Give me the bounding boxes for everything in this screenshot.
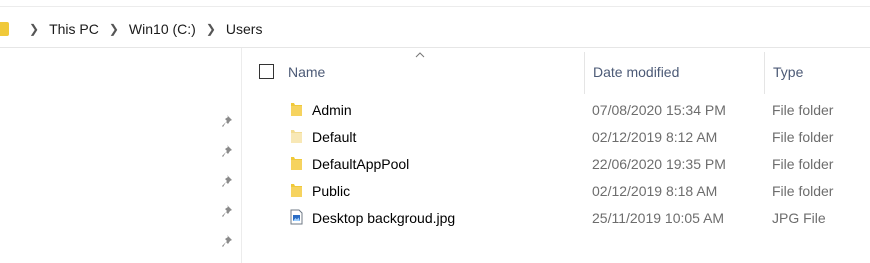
file-row-admin[interactable]: Admin 07/08/2020 15:34 PM File folder	[242, 96, 870, 123]
navigation-pane[interactable]	[0, 48, 242, 263]
folder-icon	[291, 157, 302, 170]
file-type: File folder	[772, 156, 834, 172]
folder-faded-icon	[291, 130, 302, 143]
breadcrumb-users[interactable]: Users	[226, 21, 263, 37]
chevron-right-icon[interactable]: ❯	[206, 22, 216, 36]
file-type: File folder	[772, 102, 834, 118]
window-top-border	[0, 6, 870, 7]
pin-icon[interactable]	[222, 204, 236, 218]
file-name[interactable]: DefaultAppPool	[312, 156, 409, 172]
column-header-type[interactable]: Type	[773, 64, 803, 80]
chevron-right-icon[interactable]: ❯	[29, 22, 39, 36]
file-date-modified: 07/08/2020 15:34 PM	[592, 102, 726, 118]
file-type: File folder	[772, 183, 834, 199]
file-name[interactable]: Admin	[312, 102, 352, 118]
file-date-modified: 22/06/2020 19:35 PM	[592, 156, 726, 172]
folder-icon	[291, 184, 302, 197]
column-divider[interactable]	[764, 52, 765, 94]
column-header-date-modified[interactable]: Date modified	[593, 64, 679, 80]
file-date-modified: 02/12/2019 8:12 AM	[592, 129, 718, 145]
file-name[interactable]: Desktop backgroud.jpg	[312, 210, 455, 226]
folder-icon	[0, 22, 9, 36]
column-header-name[interactable]: Name	[288, 64, 325, 80]
file-row-public[interactable]: Public 02/12/2019 8:18 AM File folder	[242, 177, 870, 204]
file-name[interactable]: Public	[312, 183, 350, 199]
file-name[interactable]: Default	[312, 129, 356, 145]
file-type: File folder	[772, 129, 834, 145]
pin-icon[interactable]	[222, 234, 236, 248]
file-row-default[interactable]: Default 02/12/2019 8:12 AM File folder	[242, 123, 870, 150]
column-divider[interactable]	[584, 52, 585, 94]
column-header-row: Name Date modified Type	[242, 48, 870, 94]
sort-ascending-icon	[415, 52, 425, 58]
folder-icon	[291, 103, 302, 116]
file-date-modified: 02/12/2019 8:18 AM	[592, 183, 718, 199]
select-all-checkbox[interactable]	[259, 64, 274, 79]
file-row-defaultapppool[interactable]: DefaultAppPool 22/06/2020 19:35 PM File …	[242, 150, 870, 177]
pin-icon[interactable]	[222, 144, 236, 158]
breadcrumb-this-pc[interactable]: This PC	[49, 21, 99, 37]
file-type: JPG File	[772, 210, 826, 226]
chevron-right-icon[interactable]: ❯	[109, 22, 119, 36]
file-row-desktop-background[interactable]: Desktop backgroud.jpg 25/11/2019 10:05 A…	[242, 204, 870, 231]
pin-icon[interactable]	[222, 174, 236, 188]
address-bar[interactable]: ❯ This PC ❯ Win10 (C:) ❯ Users	[0, 11, 870, 48]
file-date-modified: 25/11/2019 10:05 AM	[592, 210, 725, 226]
pin-icon[interactable]	[222, 114, 236, 128]
image-file-icon	[290, 209, 303, 225]
breadcrumb-drive[interactable]: Win10 (C:)	[129, 21, 196, 37]
